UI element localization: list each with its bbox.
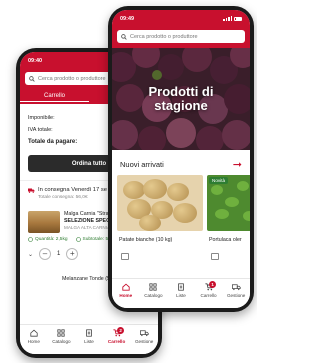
truck-icon [139, 330, 149, 337]
truck-icon [231, 284, 241, 291]
nav-liste[interactable]: Liste [167, 283, 195, 298]
nav-gestione[interactable]: Gestione [222, 283, 250, 298]
cheese-image [28, 211, 60, 233]
app-showcase: 09:40 Cerca prodotto o produttore Carrel… [0, 0, 257, 363]
decrement-button[interactable]: – [39, 248, 52, 260]
cart-add-icon[interactable] [211, 253, 219, 260]
nav-catalogo-label: Catalogo [144, 293, 163, 298]
cart-add-icon[interactable] [121, 253, 129, 260]
new-arrivals-label: Nuovi arrivati [120, 160, 164, 169]
cart-badge: 1 [209, 281, 217, 288]
seasonal-banner[interactable]: Prodotti di stagione [112, 48, 250, 150]
product-carousel: Patate bianche (10 kg) Novità Portulaca … [112, 175, 250, 260]
item-quantity: Quantità: 2,5kg [35, 237, 68, 242]
bottom-nav: Home Catalogo Liste 1 Carrello Gestione [112, 278, 250, 308]
banner-title: Prodotti di stagione [112, 48, 250, 150]
grid-icon [57, 329, 65, 337]
cart-badge: 2 [117, 327, 125, 334]
nav-gestione-label: Gestione [134, 339, 154, 344]
delivery-title: In consegna Venerdì 17 se [38, 187, 107, 193]
list-icon [178, 283, 184, 291]
nav-carrello[interactable]: 2 Carrello [103, 327, 131, 344]
increment-button[interactable]: + [66, 248, 79, 260]
check-circle-icon [75, 237, 81, 242]
tab-carrello[interactable]: Carrello [20, 93, 89, 102]
banner-title-line2: stagione [154, 98, 208, 113]
quantity-info: Quantità: 2,5kg [28, 237, 68, 242]
home-icon [30, 329, 38, 337]
grid-icon [149, 283, 157, 291]
nav-carrello-label: Carrello [200, 293, 217, 298]
nav-home-label: Home [27, 339, 40, 344]
nav-home[interactable]: Home [20, 329, 48, 344]
nav-liste-label: Liste [176, 293, 186, 298]
subtotal-info: Subtotale: 5 [75, 237, 109, 242]
nav-gestione-label: Gestione [226, 293, 246, 298]
nav-carrello[interactable]: 1 Carrello [195, 281, 223, 298]
search-input[interactable]: Cerca prodotto o produttore [117, 30, 245, 43]
item-subtotal: Subtotale: 5 [82, 237, 109, 242]
search-placeholder: Cerca prodotto o produttore [130, 33, 198, 40]
product-name: Portulaca oler [209, 237, 242, 243]
product-card[interactable]: Patate bianche (10 kg) [117, 175, 203, 260]
status-icons [223, 16, 242, 21]
quantity-value: 1 [57, 251, 61, 257]
status-time: 09:40 [28, 57, 43, 64]
signal-icon [223, 16, 232, 21]
home-screen: 09:49 Cerca prodotto o produttore Prodot… [112, 10, 250, 308]
product-name: Patate bianche (10 kg) [119, 237, 173, 243]
potatoes-image [117, 175, 203, 231]
nav-home-label: Home [119, 293, 133, 298]
nav-catalogo-label: Catalogo [52, 339, 71, 344]
product-card[interactable]: Novità Portulaca oler [207, 175, 250, 260]
check-circle-icon [28, 237, 33, 242]
phone-home: 09:49 Cerca prodotto o produttore Prodot… [108, 6, 254, 312]
home-icon [122, 283, 130, 291]
nav-catalogo[interactable]: Catalogo [140, 283, 168, 298]
arrow-right-icon[interactable]: ➞ [233, 158, 242, 171]
nav-home[interactable]: Home [112, 283, 140, 298]
search-icon [29, 75, 35, 82]
nav-gestione[interactable]: Gestione [130, 329, 158, 344]
new-arrivals-header: Nuovi arrivati ➞ [112, 150, 250, 175]
truck-icon [28, 188, 35, 193]
purslane-image: Novità [207, 175, 250, 231]
list-icon [86, 329, 92, 337]
status-bar: 09:49 [112, 10, 250, 27]
search-placeholder: Cerca prodotto o produttore [38, 75, 106, 82]
search-icon [121, 33, 127, 40]
battery-icon [234, 16, 242, 21]
status-time: 09:49 [120, 15, 135, 22]
nav-liste-label: Liste [84, 339, 94, 344]
chevron-down-icon[interactable]: ⌄ [28, 251, 33, 258]
banner-title-line1: Prodotti di [148, 84, 214, 100]
nav-liste[interactable]: Liste [75, 329, 103, 344]
nav-carrello-label: Carrello [107, 339, 126, 344]
bottom-nav: Home Catalogo Liste 2 Carrello Gestione [20, 324, 158, 354]
nav-catalogo[interactable]: Catalogo [48, 329, 76, 344]
home-header: 09:49 Cerca prodotto o produttore [112, 10, 250, 48]
novita-badge: Novità [209, 177, 229, 184]
